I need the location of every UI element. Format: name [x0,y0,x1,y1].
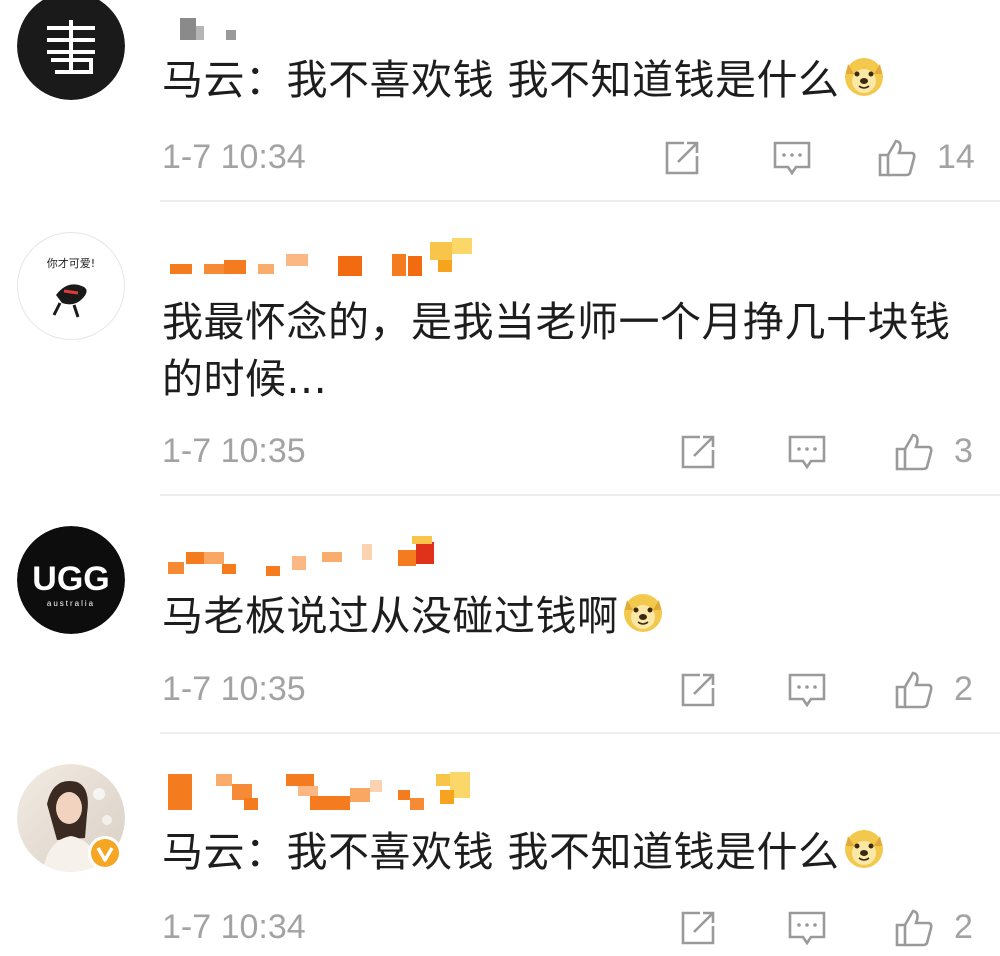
doge-emoji-icon [621,590,665,634]
comment-meta: 1-7 10:34 2 [0,902,1000,952]
verified-badge-icon [88,836,122,870]
timestamp: 1-7 10:34 [162,908,306,946]
doge-emoji-icon [842,826,886,870]
svg-text:UGG: UGG [32,560,109,598]
repost-icon[interactable] [678,908,718,948]
ugg-logo-icon: UGG australia [17,526,125,634]
comment-text: 马云：我不喜欢钱 我不知道钱是什么 [162,824,982,881]
thumbs-up-icon[interactable] [894,432,934,472]
comment-meta: 1-7 10:35 3 [0,426,1000,476]
thumbs-up-icon[interactable] [894,670,934,710]
svg-text:australia: australia [47,599,95,608]
divider [160,200,1000,202]
comment-icon[interactable] [787,908,827,948]
newspaper-logo-icon [17,0,125,100]
comment-meta: 1-7 10:35 2 [0,664,1000,714]
username-mosaic[interactable] [162,236,502,276]
avatar[interactable]: 你才可爱! [17,232,125,340]
username-mosaic[interactable] [162,534,502,576]
thumbs-up-icon[interactable] [894,908,934,948]
doge-emoji-icon [842,54,886,98]
comment-icon[interactable] [787,432,827,472]
avatar[interactable]: UGG australia [17,526,125,634]
comment-text: 我最怀念的，是我当老师一个月挣几十块钱的时候... [162,298,951,403]
like-count: 2 [954,908,973,946]
divider [160,732,1000,734]
comment-meta: 1-7 10:34 14 [0,132,1000,182]
username-mosaic[interactable] [162,14,502,54]
timestamp: 1-7 10:35 [162,432,306,470]
like-count: 2 [954,670,973,708]
like-count: 14 [937,138,975,176]
avatar[interactable] [17,0,125,100]
like-count: 3 [954,432,973,470]
comment-icon[interactable] [772,138,812,178]
repost-icon[interactable] [678,670,718,710]
comment-text: 马老板说过从没碰过钱啊 [162,588,982,645]
repost-icon[interactable] [678,432,718,472]
comment-text: 马云：我不喜欢钱 我不知道钱是什么 [162,52,982,109]
divider [160,494,1000,496]
timestamp: 1-7 10:34 [162,138,306,176]
svg-text:你才可爱!: 你才可爱! [47,256,95,270]
comment-icon[interactable] [787,670,827,710]
username-mosaic[interactable] [162,770,502,810]
cartoon-avatar-icon: 你才可爱! [47,256,95,318]
timestamp: 1-7 10:35 [162,670,306,708]
repost-icon[interactable] [662,138,702,178]
thumbs-up-icon[interactable] [877,138,917,178]
